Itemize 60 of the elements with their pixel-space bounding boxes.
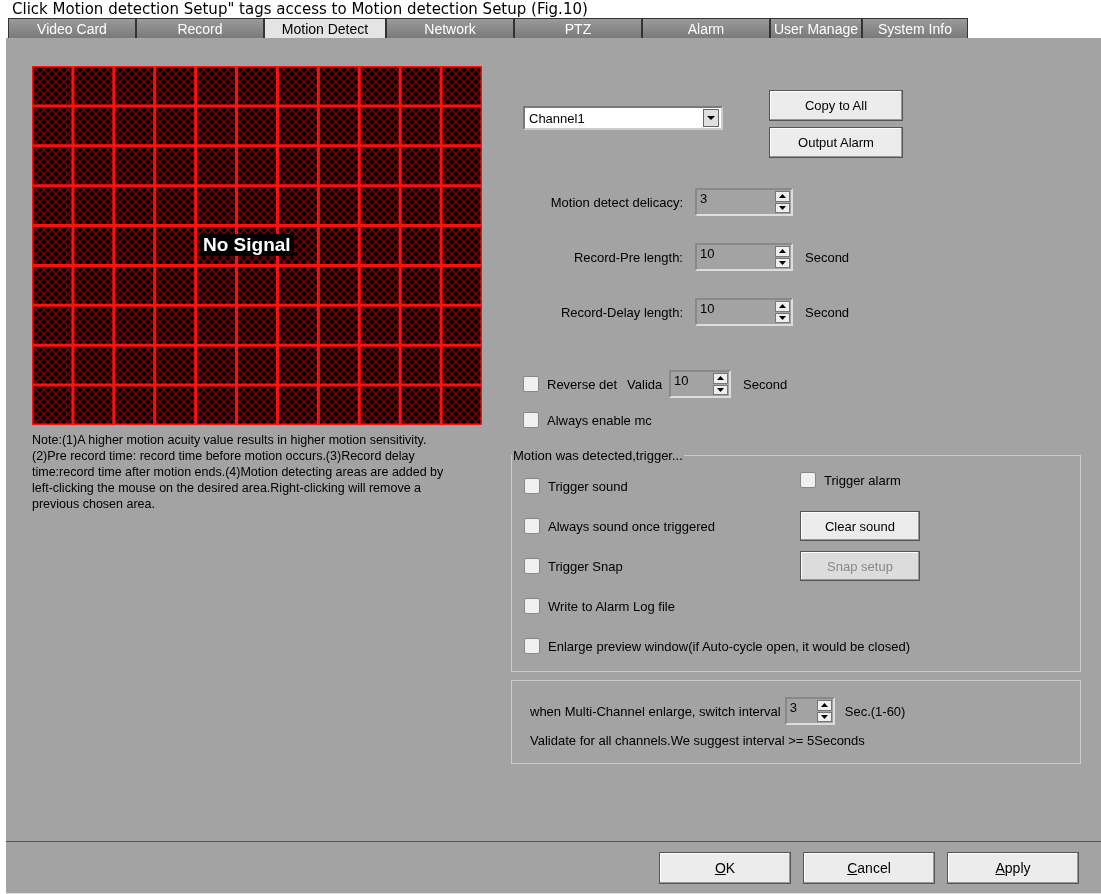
tab[interactable]: Network — [386, 18, 514, 38]
spin-field[interactable]: 3 — [695, 188, 793, 216]
checkbox[interactable] — [524, 638, 540, 654]
action-button[interactable]: Clear sound — [800, 511, 920, 541]
spin-up-icon[interactable] — [775, 301, 790, 312]
hint-text: Validate for all channels.We suggest interval >= 5Seconds — [530, 733, 866, 748]
spin-down-icon[interactable] — [775, 257, 790, 268]
spin-down-icon[interactable] — [775, 202, 790, 213]
field-label: Record-Delay length: — [559, 304, 683, 320]
spin-field[interactable]: 10 — [695, 243, 793, 271]
checkbox[interactable] — [800, 472, 816, 488]
field-label: Record-Pre length: — [572, 249, 683, 265]
field-label: when Multi-Channel enlarge, switch interval — [530, 703, 781, 719]
dialog-button[interactable]: Apply — [947, 852, 1079, 884]
checkbox-label: Trigger sound — [548, 478, 628, 494]
note-text: Note:(1)A higher motion acuity value results in higher motion sensitivity.(2)Pre record time: record time before motion occurs.(3)Record delay time:record time after motion ends.(4)Motion detecting areas are added by left-clicking the mouse on the desired area.Right-clicking will remove a previous chosen area. — [32, 432, 445, 512]
field-label: Valida — [627, 376, 664, 392]
group-title: Motion was detected,trigger... — [512, 448, 684, 463]
checkbox-label: Enlarge preview window(if Auto-cycle open, it would be closed) — [548, 638, 911, 654]
spin-up-icon[interactable] — [775, 191, 790, 202]
spin-field[interactable]: 3 — [784, 697, 835, 725]
tab[interactable]: System Info — [862, 18, 968, 38]
checkbox-label: Reverse det — [547, 376, 618, 392]
action-button[interactable]: Output Alarm — [769, 127, 903, 158]
tab[interactable]: User Manage — [770, 18, 862, 38]
spin-field[interactable]: 10 — [669, 370, 732, 398]
checkbox[interactable] — [524, 598, 540, 614]
unit-label: Second — [805, 249, 850, 265]
action-button[interactable]: Copy to All — [769, 90, 903, 121]
spin-down-icon[interactable] — [713, 384, 729, 395]
checkbox[interactable] — [523, 412, 539, 428]
spin-field[interactable]: 10 — [695, 298, 793, 326]
spin-down-icon[interactable] — [816, 711, 832, 722]
dialog-button[interactable]: Cancel — [803, 852, 935, 884]
checkbox-label: Trigger alarm — [824, 472, 901, 488]
motion-grid-drawing[interactable] — [32, 66, 482, 425]
checkbox[interactable] — [524, 558, 540, 574]
spin-up-icon[interactable] — [713, 373, 729, 384]
tab[interactable]: Alarm — [642, 18, 770, 38]
document-caption: Click Motion detection Setup" tags access to Motion detection Setup (Fig.10) — [11, 0, 589, 18]
checkbox[interactable] — [523, 376, 539, 392]
range-label: Sec.(1-60) — [844, 703, 906, 719]
unit-label: Second — [805, 304, 850, 320]
checkbox-label: Always enable mc — [547, 412, 652, 428]
dialog-button[interactable]: OK — [659, 852, 791, 884]
spin-up-icon[interactable] — [775, 246, 790, 257]
checkbox-label: Always sound once triggered — [548, 518, 715, 534]
tab[interactable]: Record — [136, 18, 264, 38]
spin-down-icon[interactable] — [775, 312, 790, 323]
checkbox[interactable] — [524, 518, 540, 534]
channel-dropdown[interactable]: Channel1 — [523, 106, 723, 130]
unit-label: Second — [743, 376, 788, 392]
tab[interactable]: Video Card — [8, 18, 136, 38]
tab[interactable]: Motion Detect — [264, 18, 386, 38]
checkbox[interactable] — [524, 478, 540, 494]
no-signal-text: No Signal — [200, 234, 294, 256]
spin-up-icon[interactable] — [816, 700, 832, 711]
field-label: Motion detect delicacy: — [549, 194, 683, 210]
checkbox-label: Write to Alarm Log file — [548, 598, 675, 614]
checkbox-label: Trigger Snap — [548, 558, 623, 574]
